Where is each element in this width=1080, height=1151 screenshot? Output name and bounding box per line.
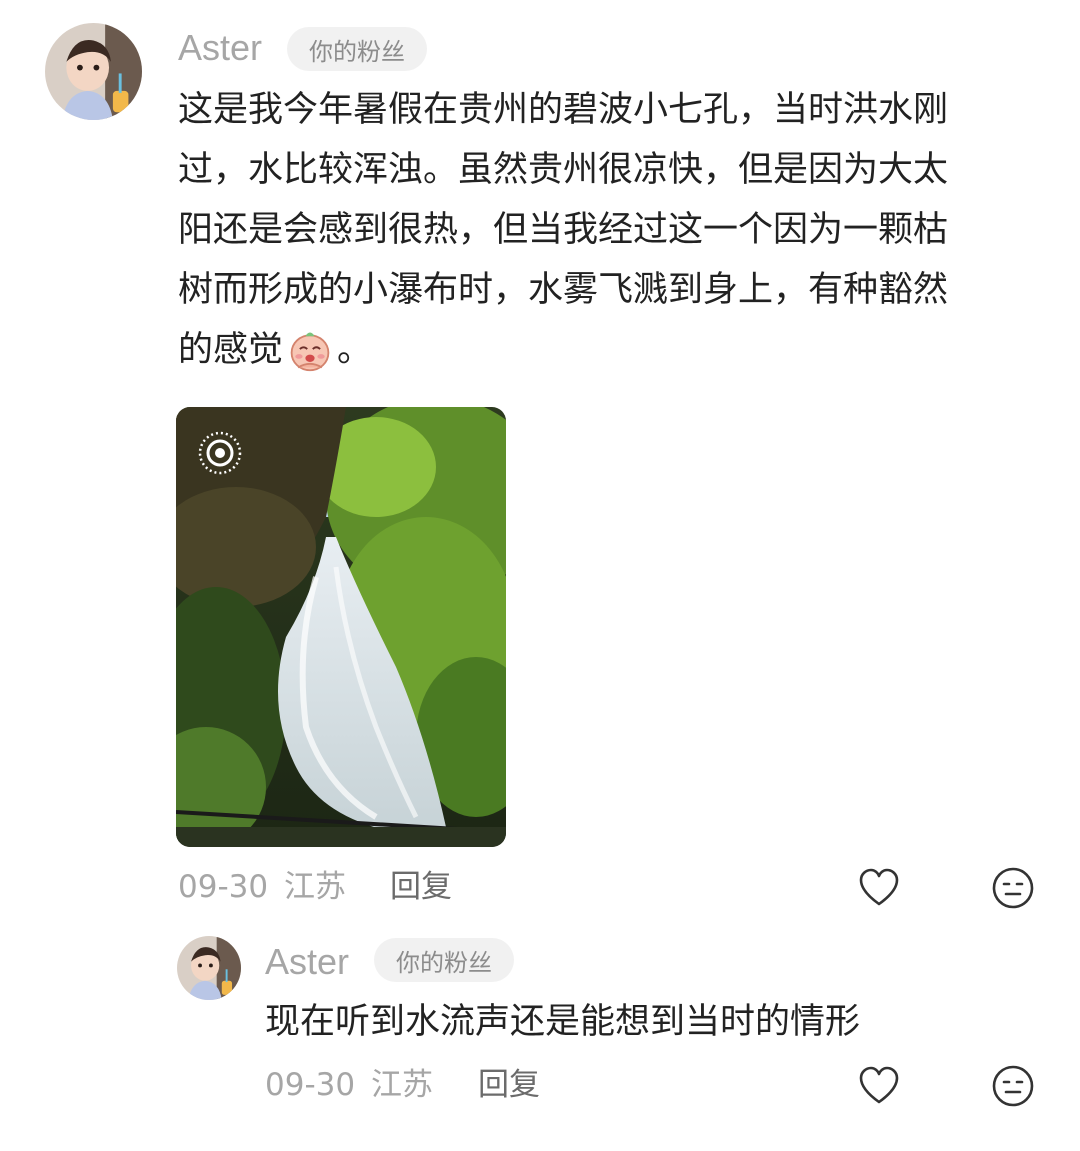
comment-line-text: 。 bbox=[337, 330, 373, 370]
reply-meta: 09-30 江苏 bbox=[265, 1065, 433, 1105]
reply-fan-badge: 你的粉丝 bbox=[374, 938, 514, 982]
reply-reply-button[interactable]: 回复 bbox=[478, 1065, 540, 1105]
reply-date: 09-30 bbox=[265, 1067, 356, 1103]
comment-date: 09-30 bbox=[178, 869, 269, 905]
reply-avatar[interactable] bbox=[177, 936, 241, 1000]
reply-username[interactable]: Aster bbox=[265, 940, 349, 984]
comment-line: 这是我今年暑假在贵州的碧波小七孔，当时洪水刚 bbox=[178, 90, 949, 130]
comment-meta: 09-30 江苏 bbox=[178, 867, 346, 907]
avatar[interactable] bbox=[45, 23, 142, 120]
username[interactable]: Aster bbox=[178, 26, 262, 70]
heart-outline-icon[interactable] bbox=[857, 866, 901, 910]
waterfall-photo[interactable] bbox=[176, 407, 506, 847]
reply-button[interactable]: 回复 bbox=[390, 867, 452, 907]
comment-location: 江苏 bbox=[283, 869, 346, 905]
pleading-emoji-icon bbox=[287, 327, 333, 373]
neutral-face-icon[interactable] bbox=[991, 1064, 1035, 1108]
comment-line: 阳还是会感到很热，但当我经过这一个因为一颗枯 bbox=[178, 210, 949, 250]
comment-line: 的感觉 。 bbox=[178, 320, 1038, 380]
fan-badge: 你的粉丝 bbox=[287, 27, 427, 71]
comment-body: 这是我今年暑假在贵州的碧波小七孔，当时洪水刚 过，水比较浑浊。虽然贵州很凉快，但… bbox=[178, 80, 1038, 380]
live-photo-icon[interactable] bbox=[198, 431, 242, 475]
comment-line: 过，水比较浑浊。虽然贵州很凉快，但是因为大太 bbox=[178, 150, 949, 190]
comment-line-text: 的感觉 bbox=[178, 330, 284, 370]
comment-line: 树而形成的小瀑布时，水雾飞溅到身上，有种豁然 bbox=[178, 270, 949, 310]
neutral-face-icon[interactable] bbox=[991, 866, 1035, 910]
heart-outline-icon[interactable] bbox=[857, 1064, 901, 1108]
reply-location: 江苏 bbox=[370, 1067, 433, 1103]
reply-body: 现在听到水流声还是能想到当时的情形 bbox=[265, 1002, 861, 1042]
